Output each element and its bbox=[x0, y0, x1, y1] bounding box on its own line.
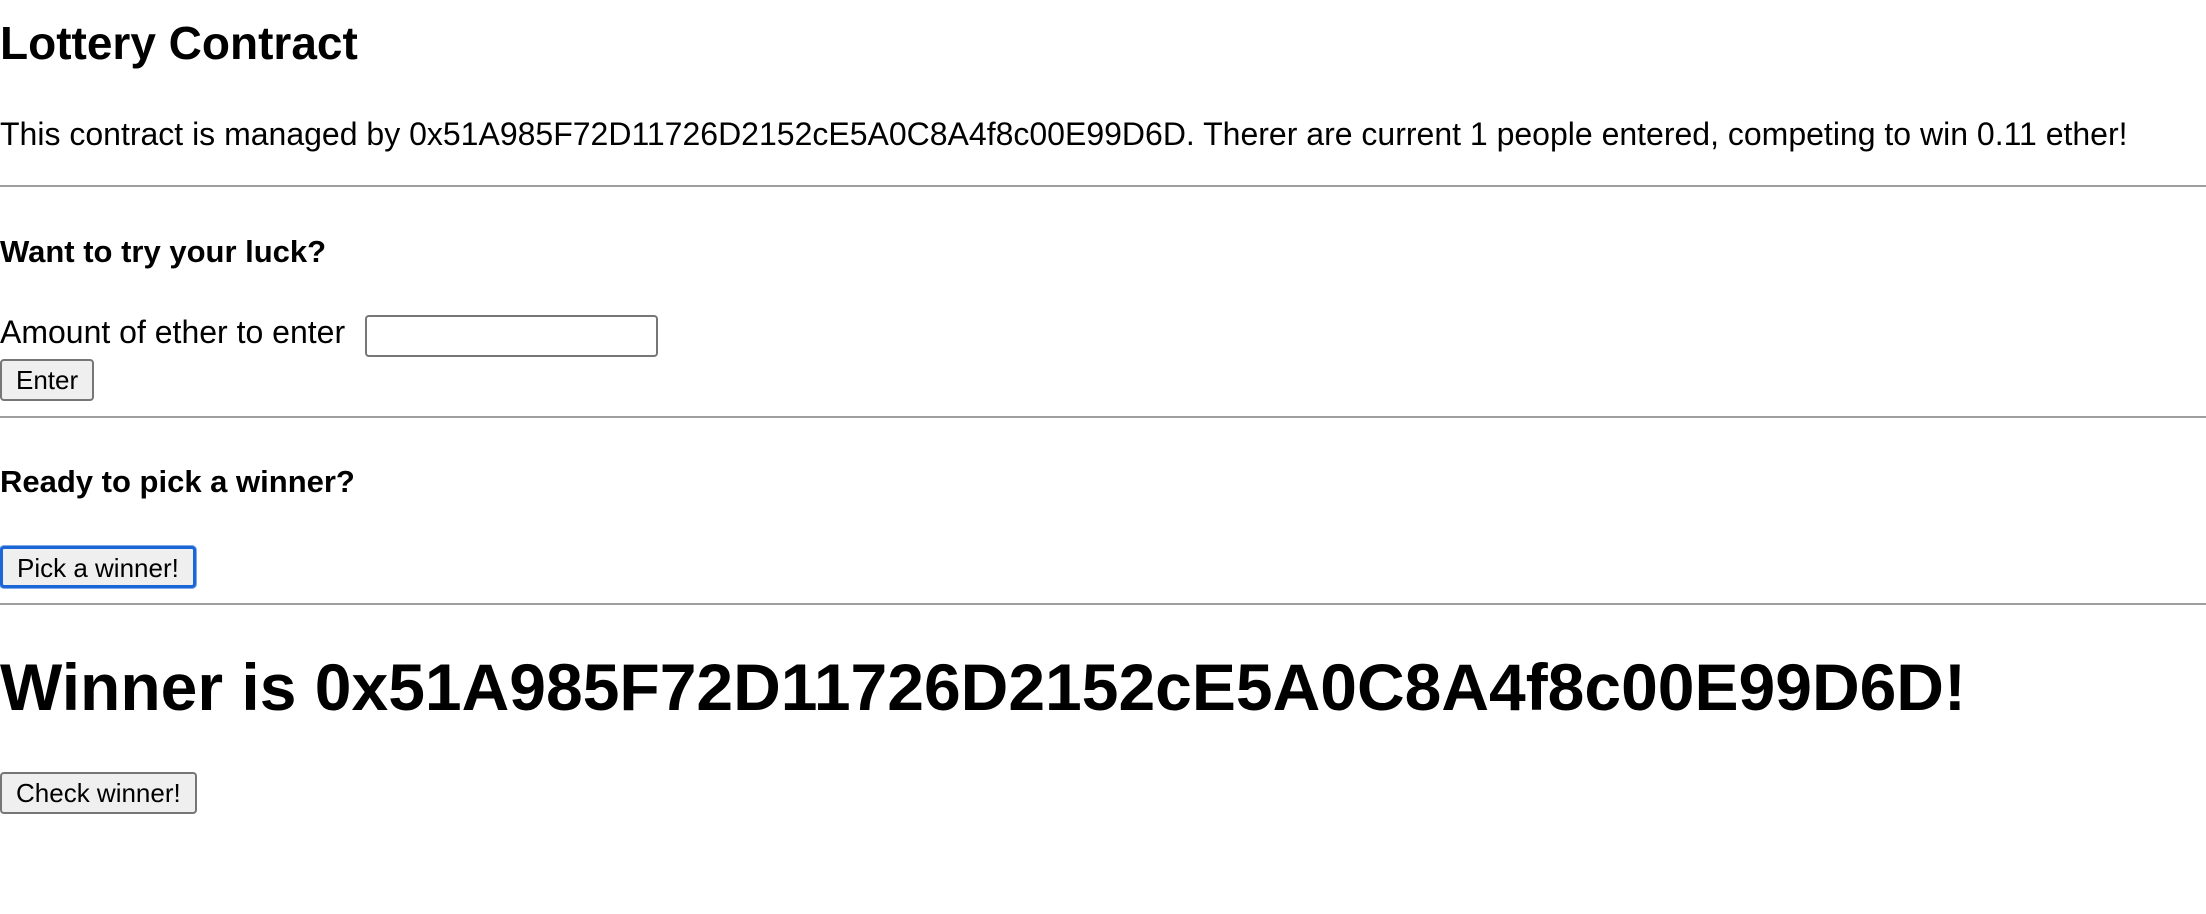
check-winner-button[interactable]: Check winner! bbox=[0, 772, 197, 814]
pick-section-heading: Ready to pick a winner? bbox=[0, 464, 355, 499]
winner-message: Winner is 0x51A985F72D11726D2152cE5A0C8A… bbox=[0, 650, 1966, 724]
divider bbox=[0, 185, 2206, 187]
enter-button[interactable]: Enter bbox=[0, 359, 95, 401]
amount-input[interactable] bbox=[365, 315, 658, 357]
enter-section-heading: Want to try your luck? bbox=[0, 234, 327, 269]
amount-label: Amount of ether to enter bbox=[0, 314, 346, 350]
divider bbox=[0, 603, 2206, 605]
contract-info-text: This contract is managed by 0x51A985F72D… bbox=[0, 116, 2128, 152]
divider bbox=[0, 416, 2206, 418]
page-title: Lottery Contract bbox=[0, 17, 358, 69]
pick-winner-button[interactable]: Pick a winner! bbox=[0, 546, 196, 588]
